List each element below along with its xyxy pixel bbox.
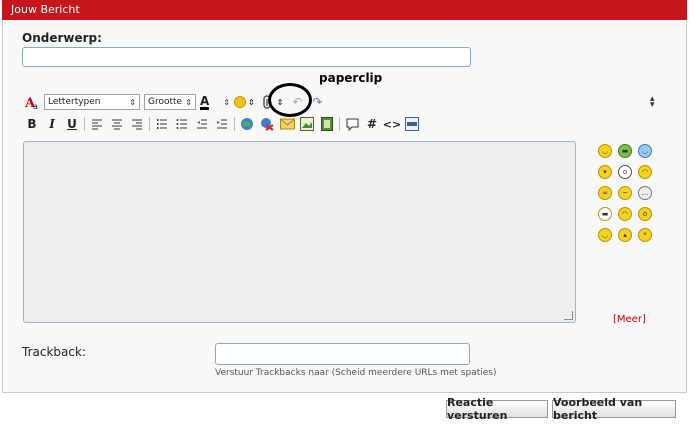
insert-image-icon[interactable]	[299, 116, 315, 132]
shocked-icon[interactable]: o	[618, 165, 632, 179]
font-family-select[interactable]: Lettertypen ⇕	[44, 94, 140, 110]
cool-icon[interactable]: ∞	[598, 186, 612, 200]
font-style-icon[interactable]: Aa	[24, 94, 40, 110]
italic-button[interactable]: I	[44, 116, 60, 132]
hash-button[interactable]: #	[364, 116, 380, 132]
updown-icon: ⇕	[223, 97, 230, 107]
preview-button[interactable]: Voorbeeld van bericht	[552, 396, 676, 422]
expand-toolbar-icon[interactable]: ▴ ▾	[650, 95, 655, 110]
bold-button[interactable]: B	[24, 116, 40, 132]
laugh-icon[interactable]: ◠	[638, 165, 652, 179]
updown-icon: ⇕	[185, 97, 192, 107]
font-color-icon: A	[200, 93, 210, 110]
trackback-input[interactable]	[215, 343, 470, 365]
wink-icon[interactable]: ◡	[638, 144, 652, 158]
smiley-select[interactable]: ⇕	[234, 96, 255, 108]
font-size-select-value: Grootte	[148, 97, 183, 107]
align-right-icon[interactable]	[129, 116, 145, 132]
resize-grip-icon[interactable]	[564, 311, 573, 320]
trackback-hint: Verstuur Trackbacks naar (Scheid meerder…	[215, 368, 497, 378]
insert-link-icon[interactable]	[239, 116, 255, 132]
indent-icon[interactable]	[214, 116, 230, 132]
toolbar-divider	[149, 117, 150, 131]
editor-toolbar-bottom: B I U # <>	[24, 115, 424, 133]
tongue-icon[interactable]: ▾	[598, 165, 612, 179]
more-smilies-link[interactable]: [Meer]	[613, 314, 646, 325]
email-icon[interactable]	[279, 116, 295, 132]
panel-title: Jouw Bericht	[2, 0, 687, 20]
kiss-icon[interactable]: *	[638, 228, 652, 242]
font-size-select[interactable]: Grootte ⇕	[144, 94, 196, 110]
happy-icon[interactable]: ◡	[598, 228, 612, 242]
angry-icon[interactable]: ▴	[618, 228, 632, 242]
toolbar-divider	[234, 117, 235, 131]
smiley-icon	[234, 96, 246, 108]
submit-reply-button[interactable]: Reactie versturen	[446, 396, 548, 422]
remove-link-icon[interactable]	[259, 116, 275, 132]
toolbar-divider	[84, 117, 85, 131]
font-family-select-value: Lettertypen	[48, 97, 101, 107]
align-center-icon[interactable]	[109, 116, 125, 132]
code-button[interactable]: <>	[383, 116, 401, 132]
thinking-icon[interactable]: …	[638, 186, 652, 200]
svg-text:a: a	[33, 102, 38, 110]
outdent-icon[interactable]	[194, 116, 210, 132]
ordered-list-icon[interactable]	[154, 116, 170, 132]
confused-icon[interactable]: ~	[618, 186, 632, 200]
grin-icon[interactable]: ▬	[618, 144, 632, 158]
insert-video-icon[interactable]	[319, 116, 335, 132]
updown-icon: ⇕	[248, 97, 255, 107]
smilies-panel: ◡ ▬ ◡ ▾ o ◠ ∞ ~ … ▬ ◠ o ◡ ▴ *	[598, 144, 660, 249]
quote-icon[interactable]	[344, 116, 360, 132]
sad-icon[interactable]: ◠	[618, 207, 632, 221]
align-left-icon[interactable]	[89, 116, 105, 132]
sunglasses-icon[interactable]: ▬	[598, 207, 612, 221]
subject-input[interactable]	[22, 47, 471, 67]
toolbar-divider	[339, 117, 340, 131]
smile-icon[interactable]: ◡	[598, 144, 612, 158]
underline-button[interactable]: U	[64, 116, 80, 132]
updown-icon: ⇕	[129, 97, 136, 107]
font-color-select[interactable]: A ⇕	[200, 94, 230, 110]
annotation-circle	[268, 83, 312, 117]
surprised-icon[interactable]: o	[638, 207, 652, 221]
subject-label: Onderwerp:	[22, 31, 102, 45]
php-code-icon[interactable]	[404, 116, 420, 132]
bullet-list-icon[interactable]	[174, 116, 190, 132]
message-textarea[interactable]	[23, 141, 576, 323]
trackback-label: Trackback:	[22, 345, 86, 359]
annotation-label: paperclip	[319, 71, 383, 85]
